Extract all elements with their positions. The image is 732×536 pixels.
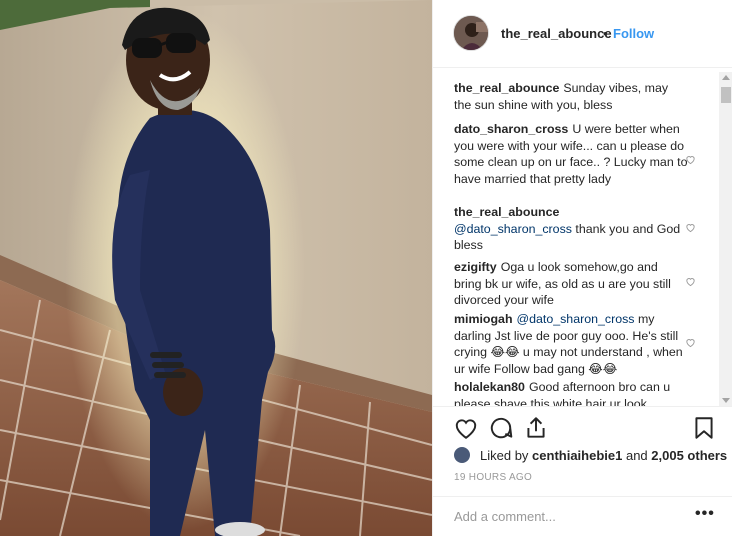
comment-mention[interactable]: @dato_sharon_cross	[454, 222, 572, 236]
comment-username[interactable]: the_real_abounce	[454, 81, 559, 95]
scroll-up-arrow-icon[interactable]	[722, 75, 730, 80]
likes-count[interactable]: 2,005 others	[651, 448, 727, 463]
comment-item: holalekan80 Good afternoon bro can u plea…	[454, 379, 688, 406]
comment-heart-icon[interactable]	[685, 154, 696, 165]
comment-username[interactable]: ezigifty	[454, 260, 497, 274]
liker-username[interactable]: centhiaihebie1	[532, 448, 622, 463]
comment-item: the_real_abounce @dato_sharon_cross thank…	[454, 204, 688, 254]
scrollbar-thumb[interactable]	[721, 87, 731, 103]
share-icon[interactable]	[523, 415, 549, 441]
scroll-down-arrow-icon[interactable]	[722, 398, 730, 403]
comments-list[interactable]: the_real_abounce Sunday vibes, may the su…	[433, 72, 732, 406]
likes-text: Liked by centhiaihebie1 and 2,005 others	[480, 448, 727, 463]
post-photo[interactable]	[0, 0, 432, 536]
comment-username[interactable]: the_real_abounce	[454, 205, 559, 219]
bookmark-icon[interactable]	[691, 415, 717, 441]
heart-icon[interactable]	[453, 415, 479, 441]
add-comment-input[interactable]	[454, 509, 674, 524]
comment-heart-icon[interactable]	[685, 337, 696, 348]
post-side-panel: the_real_abounce • Follow the_real_aboun…	[432, 0, 732, 536]
comment-heart-icon[interactable]	[685, 276, 696, 287]
avatar-image	[454, 16, 488, 50]
follow-button[interactable]: Follow	[613, 26, 654, 41]
post-timestamp[interactable]: 19 HOURS AGO	[454, 472, 532, 483]
post-username[interactable]: the_real_abounce	[501, 26, 612, 41]
user-avatar[interactable]	[453, 15, 489, 51]
post-header: the_real_abounce • Follow	[433, 0, 732, 68]
comment-icon[interactable]	[488, 415, 514, 441]
likes-prefix: Liked by	[480, 448, 533, 463]
add-comment-bar: •••	[433, 496, 732, 536]
comment-username[interactable]: holalekan80	[454, 380, 525, 394]
comment-item: ezigifty Oga u look somehow,go and bring …	[454, 259, 688, 309]
comment-item: dato_sharon_cross U were better when you …	[454, 121, 688, 187]
likes-middle: and	[622, 448, 652, 463]
comment-mention[interactable]: @dato_sharon_cross	[517, 312, 635, 326]
comment-item: mimiogah @dato_sharon_cross my darling Js…	[454, 311, 688, 377]
header-separator: •	[603, 26, 608, 41]
comment-heart-icon[interactable]	[685, 222, 696, 233]
more-options-icon[interactable]: •••	[695, 505, 715, 523]
comments-scrollbar[interactable]	[719, 72, 732, 406]
post-image	[0, 0, 432, 536]
post-actions-bar	[433, 406, 732, 446]
comment-username[interactable]: dato_sharon_cross	[454, 122, 568, 136]
comment-item: the_real_abounce Sunday vibes, may the su…	[454, 80, 688, 113]
comment-username[interactable]: mimiogah	[454, 312, 513, 326]
bracelets	[150, 352, 186, 378]
liker-avatar[interactable]	[454, 447, 470, 463]
